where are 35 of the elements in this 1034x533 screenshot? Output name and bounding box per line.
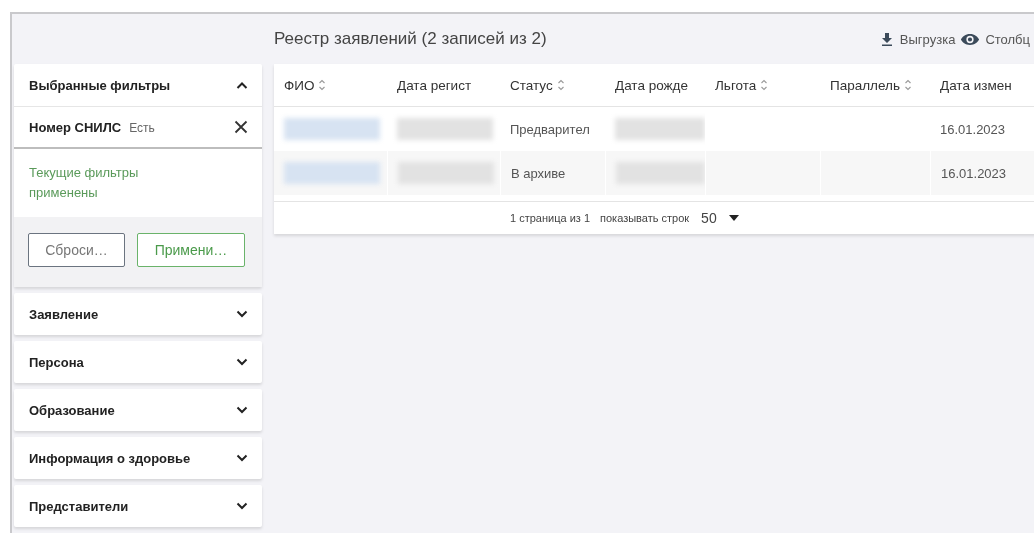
table-cell: 16.01.2023 bbox=[941, 165, 1007, 181]
filters-title: Выбранные фильтры bbox=[29, 77, 171, 93]
column-header[interactable]: ФИО bbox=[274, 64, 387, 106]
filter-section[interactable]: Персона bbox=[14, 341, 262, 383]
sort-icon bbox=[760, 78, 769, 92]
rows-per-page-select[interactable]: 50 bbox=[701, 210, 739, 226]
reset-button[interactable]: Сброси… bbox=[28, 233, 125, 267]
filter-value: Есть bbox=[129, 120, 155, 135]
table-cell: Предварител bbox=[510, 121, 590, 137]
rows-label: показывать строк bbox=[600, 212, 690, 224]
filter-section[interactable]: Информация о здоровье bbox=[14, 437, 262, 479]
caret-down-icon bbox=[728, 215, 739, 221]
column-header[interactable]: Параллель bbox=[820, 64, 930, 106]
columns-link[interactable]: Столбц bbox=[985, 31, 1030, 47]
table-cell: В архиве bbox=[511, 165, 566, 181]
column-header[interactable]: Статус bbox=[500, 64, 605, 106]
filter-name: Номер СНИЛС bbox=[29, 119, 122, 135]
filter-section[interactable]: Представители bbox=[14, 485, 262, 527]
filters-status: Текущие фильтры применены bbox=[28, 164, 140, 202]
table-cell: 16.01.2023 bbox=[940, 121, 1006, 137]
export-link[interactable]: Выгрузка bbox=[899, 31, 956, 47]
column-header[interactable]: Дата рожде bbox=[605, 64, 705, 106]
column-header[interactable]: Дата измен bbox=[930, 64, 1034, 106]
page-title: Реестр заявлений (2 записей из 2) bbox=[274, 29, 547, 49]
column-header[interactable]: Льгота bbox=[705, 64, 820, 106]
apply-button[interactable]: Примени… bbox=[137, 233, 245, 267]
column-header[interactable]: Дата регист bbox=[387, 64, 500, 106]
eye-icon bbox=[960, 32, 981, 46]
filter-section[interactable]: Заявление bbox=[14, 293, 262, 335]
close-icon[interactable] bbox=[234, 120, 248, 134]
page-info: 1 страница из 1 bbox=[510, 212, 590, 224]
sort-icon bbox=[903, 78, 912, 92]
filter-section[interactable]: Образование bbox=[14, 389, 262, 431]
sort-icon bbox=[556, 78, 565, 92]
sort-icon bbox=[318, 78, 327, 92]
